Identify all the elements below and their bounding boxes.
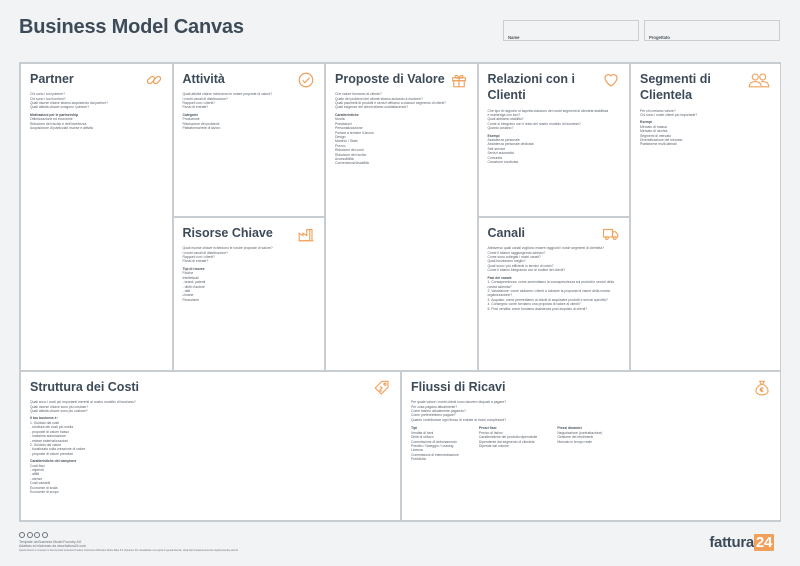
business-model-canvas: Partner Chi sono i tuoi partner? Chi sono… [19, 62, 781, 522]
logo-number: 24 [753, 534, 774, 551]
cell-title: Relazioni con i Clienti [487, 72, 576, 103]
cell-text-line: Quanto contribuisce ogni flusso di entra… [411, 417, 507, 422]
cell-title: Struttura dei Costi [30, 380, 140, 394]
cell-text-line: Piattaforme multi-laterali [640, 142, 677, 147]
cell-title: Canali [487, 226, 526, 240]
cell-partner[interactable]: Partner Chi sono i tuoi partner? Chi sono… [20, 63, 173, 371]
revenue-column: Tipi Vendita di beni Diritti di utilizzo Co… [411, 426, 459, 461]
revenue-column: Prezzi fissi Prezzo di listino Caratterist… [479, 426, 537, 461]
cell-text-line: Convenienza/Usabilità [335, 161, 369, 166]
project-field[interactable]: Progettato [644, 20, 780, 41]
cell-relazioni-clienti[interactable]: Relazioni con i Clienti Che tipo di rapp… [477, 63, 630, 217]
column-item: Pubblicità [411, 457, 426, 462]
cell-text: Quali attività chiave richiedono le nost… [183, 92, 316, 130]
footer-line-3: Questo lavoro è concesso in licenza sott… [19, 548, 238, 552]
cell-text: Chi sono i tuoi partner? Chi sono i tuoi … [30, 92, 163, 130]
heart-icon [602, 71, 620, 89]
cell-text-line: Flussi di entrate? [182, 105, 209, 110]
cell-text: Che tipo di rapporto si aspetta ciascuno… [488, 109, 621, 165]
footer-credits: Template da Business Model Foundry AG Ad… [19, 532, 238, 552]
cell-text: Quali sono i costi più importanti ineren… [30, 400, 391, 494]
fattura24-logo[interactable]: fattura 24 [709, 534, 774, 551]
cell-title: Partner [30, 72, 74, 86]
tag-icon [373, 379, 391, 397]
cell-text-line: Piattaforma/rete di lavoro [182, 126, 221, 131]
link-icon [145, 71, 163, 89]
column-item: Mercato in tempo reale [557, 439, 592, 444]
truck-icon [602, 225, 620, 243]
revenue-columns: Tipi Vendita di beni Diritti di utilizzo Co… [411, 426, 771, 461]
cell-text: Per quale valore i nostri clienti sono d… [411, 400, 771, 422]
users-icon [747, 71, 771, 89]
cell-struttura-costi[interactable]: Struttura dei Costi Quali sono i costi p… [20, 371, 401, 521]
cell-text-line: 1. Consapevolezza: come aumentiamo la co… [487, 280, 614, 285]
cell-title: Risorse Chiave [182, 226, 273, 240]
cell-text-line: Finanziarie [182, 297, 200, 302]
cell-text-line: Quali attività chiave sono più costose? [30, 409, 88, 414]
column-item: Caratteristiche del prodotto dipendente [478, 435, 538, 440]
cell-title: Attività [182, 72, 225, 86]
cell-text: Per chi creiamo valore? Chi sono i nostri… [640, 109, 771, 147]
name-field[interactable]: Name [503, 20, 639, 41]
name-label: Name [508, 35, 520, 40]
check-circle-icon [297, 71, 315, 89]
cell-text-line: Flussi di entrate? [182, 259, 209, 264]
cell-text: Quali risorse chiave richiedono le nostr… [183, 246, 316, 302]
cell-title: Proposte di Valore [335, 72, 445, 86]
cell-text-line: - proposte di valore premium [30, 451, 74, 456]
cell-text: Che valore forniamo al cliente? Quale dei… [335, 92, 468, 166]
cell-text-line: Acquisizione di particolari risorse e at… [30, 126, 93, 131]
cell-text-line: Economie di scopo [30, 489, 59, 494]
cell-text-line: Chi sono i nostri clienti più importanti… [640, 112, 698, 117]
cell-title: Fliussi di Ricavi [411, 380, 506, 394]
revenue-column: Prezzi dinamici Negoziazione (contrattazi… [557, 426, 602, 461]
cell-text-line: Quanto costano? [487, 126, 514, 131]
cell-text-line: Creazione condivisa [487, 159, 519, 164]
creative-commons-icon [19, 532, 238, 538]
column-item: Dipende dal volume [478, 443, 509, 448]
cell-proposte-di-valore[interactable]: Proposte di Valore Che valore forniamo a… [325, 63, 478, 371]
cell-text-line: Attraverso quali canali vogliono essere … [487, 246, 604, 251]
money-bag-icon [753, 379, 771, 397]
cell-risorse-chiave[interactable]: Risorse Chiave Quali risorse chiave rich… [172, 217, 325, 371]
cell-text-line: 5. Post vendita: come forniamo assistenz… [487, 306, 588, 311]
cell-text: Attraverso quali canali vogliono essere … [488, 246, 621, 311]
cell-text-line: Come li stiamo integrando con le routine… [487, 268, 566, 273]
cell-attivita[interactable]: Attività Quali attività chiave richiedon… [172, 63, 325, 217]
factory-icon [297, 225, 315, 243]
logo-text: fattura [709, 534, 754, 551]
cell-text-line: Quali attività chiave svolgono i partner… [30, 105, 90, 110]
page-title: Business Model Canvas [19, 16, 244, 38]
cell-text-line: Quali esigenze dei clienti stiamo soddis… [335, 105, 409, 110]
gift-icon [450, 71, 468, 89]
project-label: Progettato [649, 35, 670, 40]
cell-canali[interactable]: Canali Attraverso quali canali vogliono … [477, 217, 630, 371]
cell-flussi-ricavi[interactable]: Fliussi di Ricavi Per quale valore i nos… [401, 371, 781, 521]
cell-segmenti-clientela[interactable]: Segmenti di Clientela Per chi creiamo va… [630, 63, 781, 371]
